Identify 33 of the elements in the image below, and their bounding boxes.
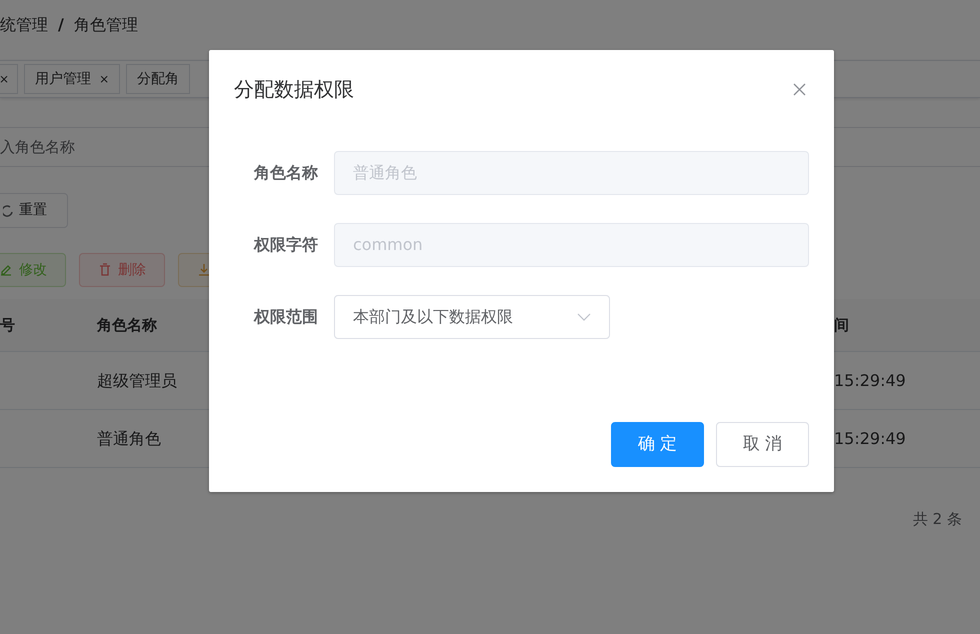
refresh-icon bbox=[3, 204, 13, 216]
field-label: 角色名称 bbox=[252, 162, 319, 184]
tab[interactable]: 分配角 bbox=[126, 64, 190, 94]
tab-label: 分配角 bbox=[137, 70, 180, 88]
chevron-down-icon bbox=[577, 313, 591, 321]
breadcrumb-separator: / bbox=[58, 14, 64, 36]
column-header: 号 bbox=[0, 314, 16, 336]
tab[interactable]: × bbox=[0, 64, 18, 94]
table-cell: 超级管理员 bbox=[97, 370, 177, 390]
column-header: 间 bbox=[834, 314, 849, 336]
table-cell-text: 15:29:49 bbox=[834, 370, 906, 392]
table-cell-text: 15:29:49 bbox=[834, 428, 906, 450]
edit-icon bbox=[0, 263, 13, 277]
table-cell: 普通角色 bbox=[97, 428, 161, 448]
breadcrumb-item[interactable]: 统管理 bbox=[0, 13, 48, 37]
download-icon bbox=[197, 263, 211, 277]
confirm-button[interactable]: 确 定 bbox=[611, 422, 704, 467]
close-icon[interactable]: × bbox=[99, 70, 110, 88]
select-field[interactable]: 本部门及以下数据权限 bbox=[334, 295, 610, 339]
close-icon[interactable] bbox=[793, 82, 806, 96]
reset-button[interactable]: 重置 bbox=[0, 193, 68, 228]
column-header: 角色名称 bbox=[97, 316, 157, 334]
trash-icon bbox=[98, 263, 112, 277]
breadcrumb-item: 角色管理 bbox=[74, 14, 138, 36]
pagination-total: 共 2 条 bbox=[912, 509, 962, 530]
select-value: 本部门及以下数据权限 bbox=[353, 306, 513, 328]
cancel-button[interactable]: 取 消 bbox=[716, 422, 809, 467]
close-icon[interactable]: × bbox=[0, 70, 10, 88]
dialog-title: 分配数据权限 bbox=[234, 76, 354, 103]
tab[interactable]: 用户管理 × bbox=[24, 64, 120, 94]
field-label: 权限字符 bbox=[252, 234, 319, 256]
tab-label: 用户管理 bbox=[35, 70, 92, 88]
field-label: 权限范围 bbox=[252, 306, 319, 328]
